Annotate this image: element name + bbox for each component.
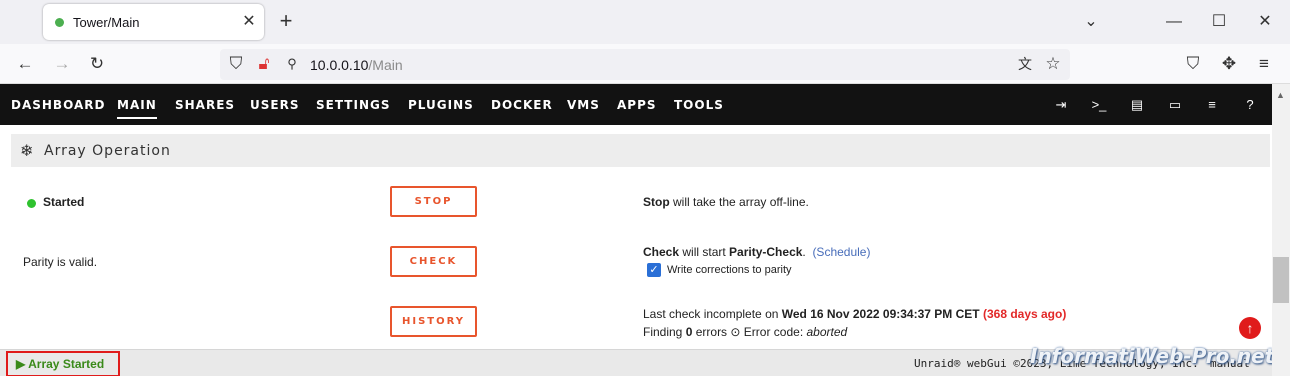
section-header: ❄ Array Operation [11, 134, 1270, 167]
favicon-icon [55, 18, 64, 27]
watermark-logo: InformatiWeb-Pro.net [1030, 344, 1275, 368]
pocket-icon[interactable]: ⛉ [1182, 53, 1204, 75]
menu-icon[interactable]: ≡ [1253, 53, 1275, 75]
feedback-icon[interactable]: ▤ [1128, 96, 1146, 114]
help-icon[interactable]: ? [1241, 96, 1259, 114]
started-status-icon [27, 199, 36, 208]
finding-errors-info: Finding 0 errors ⊙ Error code: aborted [643, 325, 848, 339]
list-tabs-icon[interactable]: ⌄ [1081, 12, 1101, 32]
last-check-info: Last check incomplete on Wed 16 Nov 2022… [643, 307, 1067, 321]
new-tab-button[interactable]: + [276, 10, 296, 32]
extensions-icon[interactable]: ✥ [1218, 53, 1240, 75]
close-window-button[interactable]: ✕ [1255, 12, 1275, 32]
nav-plugins[interactable]: PLUGINS [408, 98, 474, 112]
nav-main[interactable]: MAIN [117, 98, 157, 119]
log-icon[interactable]: ≡ [1203, 96, 1221, 114]
unraid-nav: DASHBOARD MAIN SHARES USERS SETTINGS PLU… [0, 84, 1272, 125]
nav-tools[interactable]: TOOLS [674, 98, 724, 112]
close-tab-icon[interactable]: ✕ [239, 12, 259, 32]
nav-settings[interactable]: SETTINGS [316, 98, 391, 112]
translate-icon[interactable]: 文 [1014, 53, 1036, 75]
parity-status: Parity is valid. [23, 255, 98, 269]
terminal-icon[interactable]: >_ [1090, 96, 1108, 114]
browser-window: { "browser": { "tab_title": "Tower/Main"… [0, 0, 1290, 376]
main-content: ❄ Array Operation Started STOP Stop will… [0, 125, 1272, 349]
play-circle-icon: ▶ [16, 357, 26, 371]
write-corrections-label: Write corrections to parity [667, 264, 792, 276]
nav-vms[interactable]: VMS [567, 98, 600, 112]
check-button[interactable]: CHECK [390, 246, 477, 277]
navigation-bar: ← → ↻ ⛉ 🔓︎ ⚲ 10.0.0.10/Main 文 ☆ ⛉ ✥ ≡ [0, 44, 1290, 84]
scroll-up-arrow-icon[interactable]: ▲ [1276, 90, 1285, 100]
tab-title: Tower/Main [73, 15, 140, 30]
permissions-icon[interactable]: ⚲ [281, 53, 303, 75]
scroll-to-top-icon[interactable]: ↑ [1239, 317, 1261, 339]
stop-button[interactable]: STOP [390, 186, 477, 217]
write-corrections-checkbox[interactable]: ✓ [647, 263, 661, 277]
history-button[interactable]: HISTORY [390, 306, 477, 337]
tab-strip: Tower/Main ✕ + ⌄ — ☐ ✕ [0, 0, 1290, 44]
nav-docker[interactable]: DOCKER [491, 98, 553, 112]
nav-dashboard[interactable]: DASHBOARD [11, 98, 105, 112]
insecure-lock-icon[interactable]: 🔓︎ [253, 53, 275, 75]
nav-apps[interactable]: APPS [617, 98, 657, 112]
address-bar[interactable]: ⛉ 🔓︎ ⚲ 10.0.0.10/Main 文 ☆ [220, 49, 1070, 80]
error-code-icon: ⊙ [730, 325, 741, 339]
status-footer: ▶ Array Started Unraid® webGui ©2023, Li… [0, 344, 1274, 376]
bookmark-star-icon[interactable]: ☆ [1042, 53, 1064, 75]
array-status-label: Started [43, 195, 85, 209]
shield-icon[interactable]: ⛉ [225, 53, 247, 75]
browser-tab[interactable]: Tower/Main ✕ [43, 4, 264, 40]
url-text[interactable]: 10.0.0.10/Main [310, 57, 403, 73]
back-arrow-icon[interactable]: ← [14, 53, 36, 75]
schedule-link[interactable]: (Schedule) [812, 245, 870, 259]
forward-arrow-icon[interactable]: → [51, 53, 73, 75]
page-scrollbar[interactable]: ▲ [1272, 84, 1290, 376]
reload-icon[interactable]: ↻ [86, 53, 108, 75]
info-icon[interactable]: ▭ [1166, 96, 1184, 114]
logout-icon[interactable]: ⇥ [1052, 96, 1070, 114]
scrollbar-thumb[interactable] [1273, 257, 1289, 303]
maximize-button[interactable]: ☐ [1209, 12, 1229, 32]
section-title: Array Operation [44, 143, 171, 159]
stop-description: Stop will take the array off-line. [643, 195, 809, 209]
snowflake-icon: ❄ [20, 143, 34, 160]
array-status-badge[interactable]: ▶ Array Started [6, 351, 120, 376]
nav-shares[interactable]: SHARES [175, 98, 235, 112]
minimize-button[interactable]: — [1164, 12, 1184, 32]
nav-users[interactable]: USERS [250, 98, 299, 112]
check-description: Check will start Parity-Check. (Schedule… [643, 245, 871, 259]
